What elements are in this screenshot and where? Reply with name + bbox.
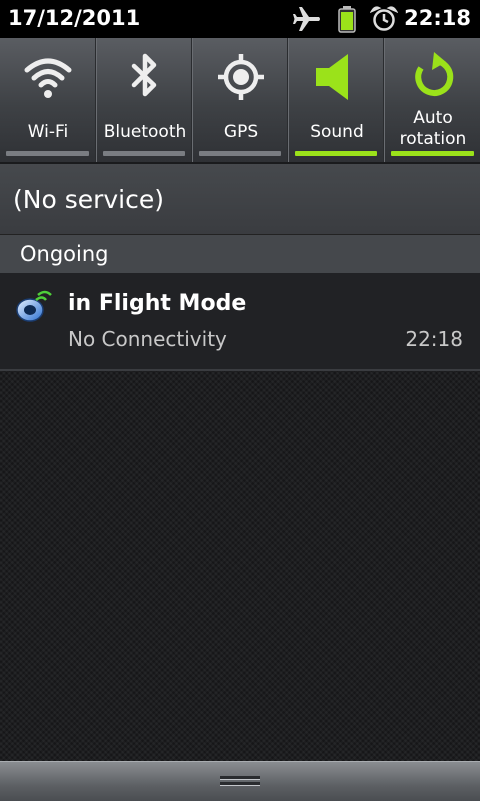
auto-rotation-toggle[interactable]: Auto rotation xyxy=(384,38,480,162)
sound-indicator-bar xyxy=(295,151,377,156)
battery-icon xyxy=(338,6,356,33)
flight-mode-notification[interactable]: in Flight Mode No Connectivity 22:18 xyxy=(0,273,480,371)
sound-toggle[interactable]: Sound xyxy=(288,38,384,162)
status-date: 17/12/2011 xyxy=(8,6,141,30)
carrier-status-row: (No service) xyxy=(0,164,480,235)
wifi-icon xyxy=(24,58,72,98)
notification-time: 22:18 xyxy=(405,327,463,351)
ongoing-header-text: Ongoing xyxy=(20,242,109,266)
gps-toggle[interactable]: GPS xyxy=(192,38,288,162)
bluetooth-icon xyxy=(131,53,157,97)
grip-handle-icon xyxy=(220,776,260,786)
notification-title: in Flight Mode xyxy=(68,291,247,316)
bluetooth-toggle[interactable]: Bluetooth xyxy=(96,38,192,162)
flight-mode-app-icon xyxy=(16,290,52,322)
auto-rotation-indicator-bar xyxy=(391,151,474,156)
wifi-label: Wi-Fi xyxy=(27,122,69,142)
auto-rotation-icon xyxy=(415,52,454,96)
notification-subtitle: No Connectivity xyxy=(68,327,227,351)
quick-settings-panel: Wi-Fi Bluetooth GPS Sound Auto rotation xyxy=(0,38,480,164)
status-bar: 17/12/2011 22:18 xyxy=(0,0,480,38)
notification-empty-area xyxy=(0,371,480,761)
wifi-toggle[interactable]: Wi-Fi xyxy=(0,38,96,162)
alarm-icon xyxy=(370,6,398,31)
bluetooth-label: Bluetooth xyxy=(103,122,187,142)
gps-indicator-bar xyxy=(199,151,281,156)
ongoing-section-header: Ongoing xyxy=(0,235,480,273)
sound-icon xyxy=(316,54,348,100)
status-time: 22:18 xyxy=(404,6,471,30)
airplane-icon xyxy=(293,7,320,31)
gps-icon xyxy=(218,54,264,100)
carrier-status-text: (No service) xyxy=(13,185,165,214)
auto-rotation-label-line2: rotation xyxy=(399,129,467,149)
gps-label: GPS xyxy=(223,122,259,142)
bluetooth-indicator-bar xyxy=(103,151,185,156)
wifi-indicator-bar xyxy=(6,151,89,156)
auto-rotation-label-line1: Auto xyxy=(413,108,453,128)
close-panel-handle[interactable] xyxy=(0,761,480,801)
sound-label: Sound xyxy=(310,122,364,142)
